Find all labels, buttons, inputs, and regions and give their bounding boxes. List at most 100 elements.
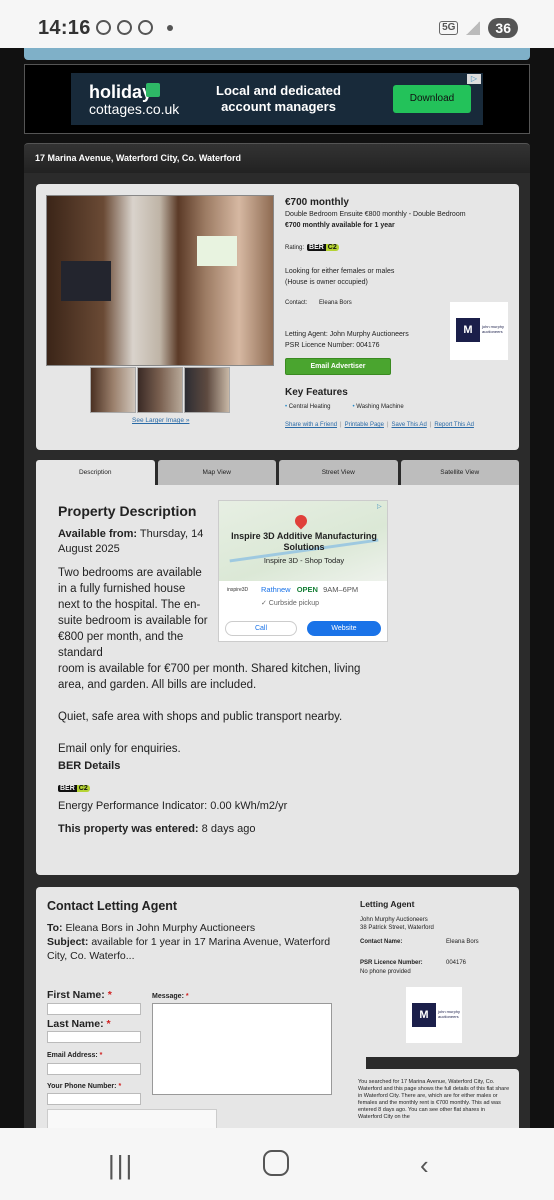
message-text: Message: xyxy=(152,993,184,1000)
phone-field[interactable] xyxy=(47,1093,141,1105)
listing-summary-panel: See Larger Image » €700 monthly Double B… xyxy=(36,184,519,450)
recaptcha-widget[interactable] xyxy=(47,1109,217,1128)
occupied-note: (House is owner occupied) xyxy=(285,279,368,286)
listing-actions: Share with a Friend | Printable Page | S… xyxy=(285,422,474,428)
report-ad-link[interactable]: Report This Ad xyxy=(434,422,474,428)
agent-logo-mark: M xyxy=(412,1003,436,1027)
desc-line: Double Bedroom Ensuite €800 monthly - Do… xyxy=(285,211,466,218)
tab-map-view[interactable]: Map View xyxy=(157,460,276,485)
adchoices-icon[interactable]: ▷ xyxy=(467,74,481,84)
window-in-photo xyxy=(197,236,237,266)
notification-icons xyxy=(96,20,173,35)
contact-line: Contact: Eleana Bors xyxy=(285,300,352,306)
energy-indicator: Energy Performance Indicator: 0.00 kWh/m… xyxy=(58,800,288,812)
description-body: Two bedrooms are available in a fully fu… xyxy=(58,565,388,757)
contact-name: Eleana Bors xyxy=(319,300,352,306)
first-name-field[interactable] xyxy=(47,1003,141,1015)
listing-content: See Larger Image » €700 monthly Double B… xyxy=(24,173,530,1128)
photo-thumbnail[interactable] xyxy=(90,367,136,413)
last-name-text: Last Name: xyxy=(47,1018,104,1030)
ad-download-button[interactable]: Download xyxy=(393,85,471,113)
agent-logo-mark: M xyxy=(456,318,480,342)
last-name-field[interactable] xyxy=(47,1031,141,1043)
back-button[interactable]: ‹ xyxy=(420,1150,429,1181)
adchoices-icon[interactable]: ▷ xyxy=(377,503,385,511)
share-link[interactable]: Share with a Friend xyxy=(285,422,337,428)
desc-line: €700 monthly available for 1 year xyxy=(285,222,395,229)
required-marker: * xyxy=(118,1083,122,1090)
contact-form-title: Contact Letting Agent xyxy=(47,899,178,913)
feature-item: Central Heating xyxy=(285,404,331,410)
property-tabs: Description Map View Street View Satelli… xyxy=(36,460,519,485)
letting-agent-panel: Letting Agent John Murphy Auctioneers 38… xyxy=(348,887,519,1057)
required-marker: * xyxy=(107,989,112,1001)
feature-item: Washing Machine xyxy=(352,404,403,410)
email-field[interactable] xyxy=(47,1063,141,1075)
email-advertiser-button[interactable]: Email Advertiser xyxy=(285,358,391,375)
ber-label: BER xyxy=(307,244,326,251)
psr-line: PSR Licence Number: 004176 xyxy=(285,342,380,349)
ber-badge: BER C2 xyxy=(58,777,90,795)
listing-short-desc: Double Bedroom Ensuite €800 monthly - Do… xyxy=(285,209,510,231)
looking-for-text: Looking for either females or males xyxy=(285,268,395,275)
letting-agent-title: Letting Agent xyxy=(360,899,415,909)
chrome-icon xyxy=(96,20,111,35)
ad-container: holiday cottages.co.uk Local and dedicat… xyxy=(24,64,530,134)
description-para: Two bedrooms are available in a fully fu… xyxy=(58,567,208,659)
home-button[interactable] xyxy=(263,1150,289,1176)
description-para: Quiet, safe area with shops and public t… xyxy=(58,711,343,723)
first-name-text: First Name: xyxy=(47,989,105,1001)
agent-name: John Murphy Auctioneers xyxy=(360,917,428,923)
house-icon xyxy=(146,83,160,97)
last-name-label: Last Name: * xyxy=(47,1018,111,1030)
save-ad-link[interactable]: Save This Ad xyxy=(392,422,427,428)
recent-apps-button[interactable]: ||| xyxy=(108,1150,134,1181)
property-description-title: Property Description xyxy=(58,503,197,519)
ber-label: BER xyxy=(58,785,77,792)
contact-form-panel: Contact Letting Agent To: Eleana Bors in… xyxy=(36,887,366,1128)
key-features-title: Key Features xyxy=(285,387,348,398)
tab-street-view[interactable]: Street View xyxy=(279,460,398,485)
required-marker: * xyxy=(106,1018,111,1030)
web-page[interactable]: holiday cottages.co.uk Local and dedicat… xyxy=(0,48,554,1128)
photo-thumbnail[interactable] xyxy=(137,367,183,413)
see-larger-image-link[interactable]: See Larger Image » xyxy=(132,417,189,424)
map-ad-title: Inspire 3D Additive Manufacturing Soluti… xyxy=(231,531,377,552)
message-label: Message: * xyxy=(152,993,189,1000)
agent-address: John Murphy Auctioneers 38 Patrick Stree… xyxy=(360,916,434,932)
email-text: Email Address: xyxy=(47,1052,98,1059)
agent-logo[interactable]: M john murphy auctioneers xyxy=(406,987,462,1043)
top-banner-strip xyxy=(24,48,530,60)
agent-street: 38 Patrick Street, Waterford xyxy=(360,925,434,931)
key-features-list: Central Heating Washing Machine xyxy=(285,404,404,410)
agent-logo[interactable]: M john murphy auctioneers xyxy=(450,302,508,360)
cloud-icon xyxy=(117,20,132,35)
clock: 14:16 xyxy=(38,17,91,39)
listing-address: 17 Marina Avenue, Waterford City, Co. Wa… xyxy=(35,153,242,163)
tab-description[interactable]: Description xyxy=(36,460,155,485)
location-pin-icon xyxy=(292,512,310,530)
more-notifications-icon xyxy=(167,24,173,31)
ber-badge: BER C2 xyxy=(307,244,339,251)
tab-satellite-view[interactable]: Satellite View xyxy=(400,460,519,485)
link-separator: | xyxy=(386,422,389,428)
entered-date: This property was entered: 8 days ago xyxy=(58,823,255,835)
link-separator: | xyxy=(340,422,342,428)
to-value: Eleana Bors in John Murphy Auctioneers xyxy=(65,922,256,934)
ad-logo: holiday xyxy=(89,82,153,102)
to-label: To: xyxy=(47,922,63,934)
rating-label: Rating: xyxy=(285,244,305,251)
battery-icon: 36 xyxy=(488,18,518,38)
entered-value: 8 days ago xyxy=(201,823,256,835)
holiday-cottages-ad[interactable]: holiday cottages.co.uk Local and dedicat… xyxy=(71,73,483,125)
printable-page-link[interactable]: Printable Page xyxy=(345,422,384,428)
agent-logo-text: john murphy auctioneers xyxy=(482,324,505,334)
message-textarea[interactable] xyxy=(152,1003,332,1095)
photo-thumbnail[interactable] xyxy=(184,367,230,413)
psr-label: PSR Licence Number: xyxy=(360,960,423,966)
required-marker: * xyxy=(99,1052,103,1059)
description-para: Email only for enquiries. xyxy=(58,743,181,755)
ber-rating: Rating: BER C2 xyxy=(285,244,339,251)
main-photo[interactable] xyxy=(46,195,274,366)
available-from: Available from: Thursday, 14 August 2025 xyxy=(58,527,208,557)
